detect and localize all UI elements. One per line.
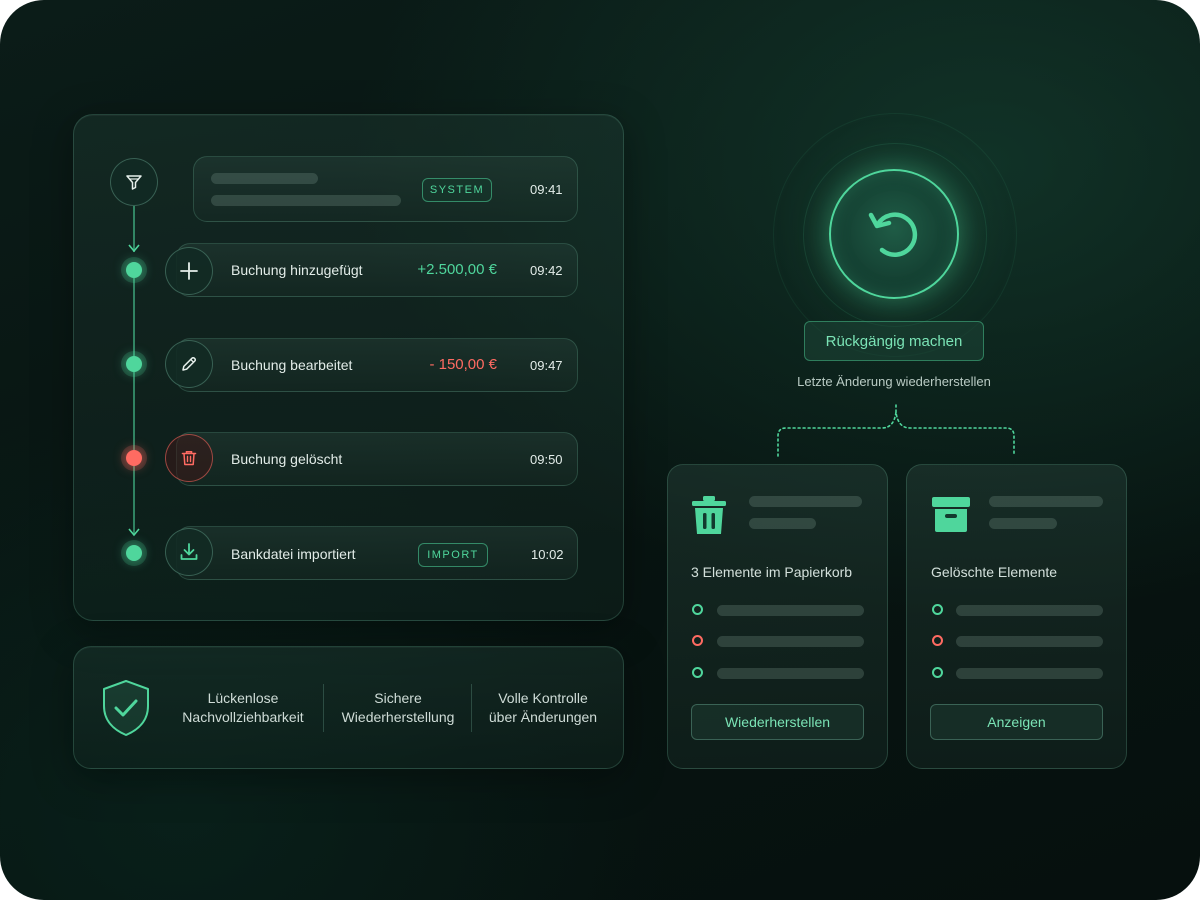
feature-traceability: Lückenlose Nachvollziehbarkeit [182, 690, 304, 725]
timeline-dot-success [126, 356, 142, 372]
import-badge: IMPORT [418, 543, 488, 567]
placeholder-line [749, 518, 816, 529]
event-label: Buchung gelöscht [231, 451, 343, 467]
event-time: 09:47 [530, 358, 563, 373]
timeline-dot-deleted [126, 450, 142, 466]
status-ring-ok [932, 667, 943, 678]
filter-icon [126, 175, 142, 190]
placeholder-line [956, 605, 1103, 616]
trash-icon [181, 451, 197, 466]
placeholder-line [956, 636, 1103, 647]
amount-negative: - 150,00 € [429, 356, 497, 373]
event-time: 09:42 [530, 263, 563, 278]
filter-button[interactable] [110, 158, 158, 206]
placeholder-line [717, 605, 864, 616]
event-label: Buchung hinzugefügt [231, 262, 363, 278]
add-event-icon-badge [165, 247, 213, 295]
placeholder-line [989, 518, 1057, 529]
plus-icon [180, 262, 198, 280]
edit-event-icon-badge [165, 340, 213, 388]
event-label: Buchung bearbeitet [231, 357, 353, 373]
event-label: Bankdatei importiert [231, 546, 356, 562]
shield-check-icon [103, 680, 149, 736]
status-ring-ok [692, 667, 703, 678]
divider [323, 684, 324, 732]
timeline-item-booking-edited[interactable]: Buchung bearbeitet - 150,00 € 09:47 [176, 338, 578, 392]
deleted-items-label: Gelöschte Elemente [931, 564, 1058, 580]
connector-arrow [128, 244, 140, 253]
feature-full-control: Volle Kontrolle über Änderungen [488, 690, 598, 725]
deleted-items-card: Gelöschte Elemente Anzeigen [906, 464, 1127, 769]
timeline-dot-success [126, 262, 142, 278]
system-badge: SYSTEM [422, 178, 492, 202]
trash-icon [692, 496, 726, 534]
event-time: 10:02 [531, 547, 564, 562]
pencil-icon [182, 356, 197, 371]
branch-connector [777, 401, 1015, 457]
undo-icon [868, 212, 918, 257]
download-icon [180, 543, 198, 560]
import-event-icon-badge [165, 528, 213, 576]
feature-secure-restore: Sichere Wiederherstellung [341, 690, 455, 725]
event-time: 09:50 [530, 452, 563, 467]
timeline-dot-success [126, 545, 142, 561]
archive-icon [932, 497, 970, 532]
trash-bin-card: 3 Elemente im Papierkorb Wiederherstelle… [667, 464, 888, 769]
timeline-item-bank-import[interactable]: Bankdatei importiert IMPORT 10:02 [176, 526, 578, 580]
delete-event-icon-badge [165, 434, 213, 482]
status-ring-deleted [692, 635, 703, 646]
status-ring-ok [692, 604, 703, 615]
placeholder-line [211, 195, 401, 206]
timeline-item-system[interactable]: SYSTEM 09:41 [193, 156, 578, 222]
trash-count-label: 3 Elemente im Papierkorb [691, 564, 853, 580]
connector-arrow [128, 528, 140, 537]
placeholder-line [989, 496, 1103, 507]
restore-button[interactable]: Wiederherstellen [691, 704, 864, 740]
app-canvas: SYSTEM 09:41 Buchung hinzugefügt +2.500,… [0, 0, 1200, 900]
undo-circle-button[interactable] [829, 169, 959, 299]
placeholder-line [749, 496, 862, 507]
show-button[interactable]: Anzeigen [930, 704, 1103, 740]
placeholder-line [717, 668, 864, 679]
timeline-connector [133, 278, 135, 534]
placeholder-line [717, 636, 864, 647]
undo-subtitle: Letzte Änderung wiederherstellen [797, 374, 991, 389]
placeholder-line [211, 173, 318, 184]
event-time: 09:41 [530, 182, 563, 197]
divider [471, 684, 472, 732]
placeholder-line [956, 668, 1103, 679]
timeline-item-booking-added[interactable]: Buchung hinzugefügt +2.500,00 € 09:42 [176, 243, 578, 297]
amount-positive: +2.500,00 € [417, 261, 497, 278]
status-ring-deleted [932, 635, 943, 646]
timeline-item-booking-deleted[interactable]: Buchung gelöscht 09:50 [176, 432, 578, 486]
undo-button[interactable]: Rückgängig machen [804, 321, 984, 361]
status-ring-ok [932, 604, 943, 615]
